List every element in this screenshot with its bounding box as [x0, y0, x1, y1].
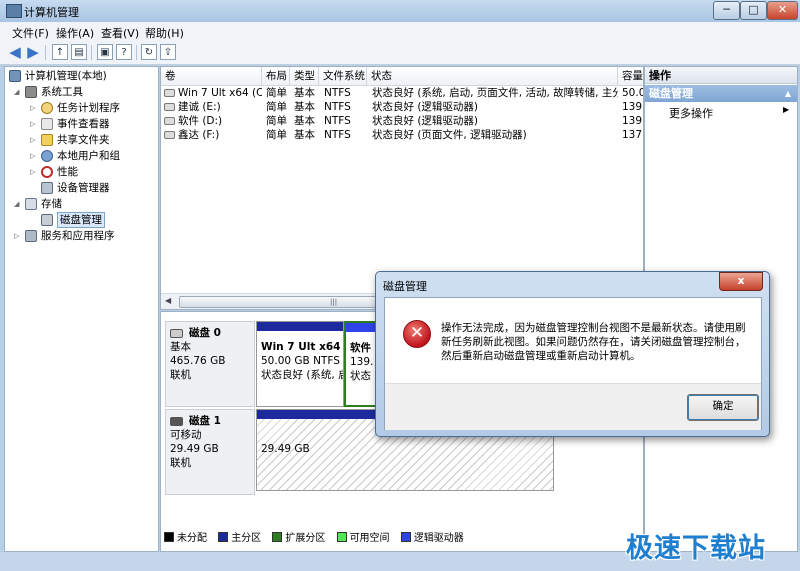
legend-swatch-extended: [272, 532, 283, 542]
volume-list-header: 卷 布局 类型 文件系统 状态 容量: [161, 67, 643, 86]
drive-icon: [164, 103, 175, 111]
column-header-filesystem[interactable]: 文件系统: [319, 67, 367, 85]
legend-swatch-logical: [400, 532, 411, 542]
device-manager-icon: [41, 182, 53, 194]
users-icon: [41, 150, 53, 162]
help-icon[interactable]: ?: [116, 44, 132, 60]
app-icon: [6, 4, 22, 18]
toolbar: ◀ ▶ ↑ ▤ ▣ ? ↻ ⇪: [0, 41, 800, 65]
watermark-logo: 极速下载站: [626, 533, 766, 564]
menu-bar: 文件(F) 操作(A) 查看(V) 帮助(H): [0, 22, 800, 42]
dialog-button-area: 确定: [385, 383, 761, 430]
volume-row[interactable]: 鑫达 (F:) 简单 基本 NTFS 状态良好 (页面文件, 逻辑驱动器) 13…: [161, 128, 643, 142]
scroll-left-icon[interactable]: ◀: [165, 296, 171, 305]
computer-icon: [9, 70, 21, 82]
removable-disk-icon: [170, 416, 183, 426]
close-button[interactable]: ✕: [767, 1, 798, 20]
toolbar-separator: [91, 45, 92, 60]
column-header-type[interactable]: 类型: [290, 67, 319, 85]
storage-icon: [25, 198, 37, 210]
volume-row[interactable]: Win 7 Ult x64 (C:) 简单 基本 NTFS 状态良好 (系统, …: [161, 86, 643, 100]
navigation-tree: 计算机管理(本地) ◢ 系统工具 ▷ 任务计划程序 ▷ 事件查看器 ▷ 共享文件…: [4, 66, 159, 552]
legend-logical: 逻辑驱动器: [413, 533, 464, 544]
expand-icon[interactable]: ▷: [30, 116, 35, 132]
minimize-button[interactable]: ─: [713, 1, 740, 20]
show-tree-icon[interactable]: ▤: [71, 44, 87, 60]
column-header-layout[interactable]: 布局: [262, 67, 290, 85]
submenu-arrow-icon[interactable]: ▶: [783, 105, 789, 114]
volume-row[interactable]: 建诚 (E:) 简单 基本 NTFS 状态良好 (逻辑驱动器) 139: [161, 100, 643, 114]
export-icon[interactable]: ⇪: [160, 44, 176, 60]
expand-icon[interactable]: ▷: [14, 228, 19, 244]
performance-icon: [41, 166, 53, 178]
column-header-volume[interactable]: 卷: [161, 67, 262, 85]
column-header-capacity[interactable]: 容量: [618, 67, 643, 85]
collapse-up-icon[interactable]: ▲: [785, 85, 791, 102]
legend-unallocated: 未分配: [177, 533, 207, 544]
legend-extended: 扩展分区: [285, 533, 326, 544]
disk-icon: [41, 214, 53, 226]
collapse-icon[interactable]: ◢: [14, 196, 19, 212]
actions-section-disk-management[interactable]: 磁盘管理 ▲: [645, 85, 797, 102]
dialog-message: 操作无法完成，因为磁盘管理控制台视图不是最新状态。请使用刷新任务刷新此视图。如果…: [441, 322, 746, 362]
menu-file[interactable]: 文件(F): [12, 25, 49, 41]
ok-button[interactable]: 确定: [687, 394, 759, 421]
partition-c[interactable]: Win 7 Ult x64 50.00 GB NTFS 状态良好 (系统, 启: [256, 321, 344, 407]
expand-icon[interactable]: ▷: [30, 164, 35, 180]
shared-folder-icon: [41, 134, 53, 146]
computer-management-window: 计算机管理 ─ □ ✕ 文件(F) 操作(A) 查看(V) 帮助(H) ◀ ▶ …: [0, 0, 800, 571]
up-folder-icon[interactable]: ↑: [52, 44, 68, 60]
dialog-title: 磁盘管理: [383, 280, 427, 293]
dialog-message-area: ✕ 操作无法完成，因为磁盘管理控制台视图不是最新状态。请使用刷新任务刷新此视图。…: [385, 298, 761, 383]
dialog-body: ✕ 操作无法完成，因为磁盘管理控制台视图不是最新状态。请使用刷新任务刷新此视图。…: [384, 297, 762, 430]
disk-icon: [170, 328, 183, 338]
disk-0-label[interactable]: 磁盘 0 基本 465.76 GB 联机: [165, 321, 255, 407]
tools-icon: [25, 86, 37, 98]
back-arrow-icon[interactable]: ◀: [7, 44, 23, 60]
drive-icon: [164, 131, 175, 139]
expand-icon[interactable]: ▷: [30, 132, 35, 148]
legend-swatch-primary: [218, 532, 229, 542]
error-icon: ✕: [403, 320, 431, 348]
actions-header: 操作: [645, 67, 797, 84]
menu-help[interactable]: 帮助(H): [145, 25, 184, 41]
event-viewer-icon: [41, 118, 53, 130]
title-bar: 计算机管理 ─ □ ✕: [0, 0, 800, 22]
legend-swatch-free: [336, 532, 347, 542]
menu-view[interactable]: 查看(V): [101, 25, 139, 41]
legend-swatch-unallocated: [164, 532, 174, 542]
drive-icon: [164, 117, 175, 125]
more-actions-link[interactable]: 更多操作: [669, 105, 713, 121]
legend: 未分配 主分区 扩展分区 可用空间 逻辑驱动器: [164, 532, 472, 546]
collapse-icon[interactable]: ◢: [14, 84, 19, 100]
toolbar-separator: [136, 45, 137, 60]
clock-icon: [41, 102, 53, 114]
menu-action[interactable]: 操作(A): [56, 25, 94, 41]
column-header-status[interactable]: 状态: [367, 67, 618, 85]
maximize-button[interactable]: □: [740, 1, 767, 20]
dialog-close-button[interactable]: x: [719, 272, 763, 291]
grip-icon: |||: [330, 298, 338, 306]
toolbar-separator: [45, 45, 46, 60]
primary-partition-bar: [257, 322, 343, 331]
error-dialog: 磁盘管理 x ✕ 操作无法完成，因为磁盘管理控制台视图不是最新状态。请使用刷新任…: [375, 271, 770, 437]
drive-icon: [164, 89, 175, 97]
properties-icon[interactable]: ▣: [97, 44, 113, 60]
expand-icon[interactable]: ▷: [30, 148, 35, 164]
window-title: 计算机管理: [24, 6, 79, 19]
disk-1-label[interactable]: 磁盘 1 可移动 29.49 GB 联机: [165, 409, 255, 495]
forward-arrow-icon[interactable]: ▶: [25, 44, 41, 60]
volume-row[interactable]: 软件 (D:) 简单 基本 NTFS 状态良好 (逻辑驱动器) 139: [161, 114, 643, 128]
legend-primary: 主分区: [231, 533, 262, 544]
expand-icon[interactable]: ▷: [30, 100, 35, 116]
refresh-icon[interactable]: ↻: [141, 44, 157, 60]
legend-free: 可用空间: [349, 533, 390, 544]
services-icon: [25, 230, 37, 242]
